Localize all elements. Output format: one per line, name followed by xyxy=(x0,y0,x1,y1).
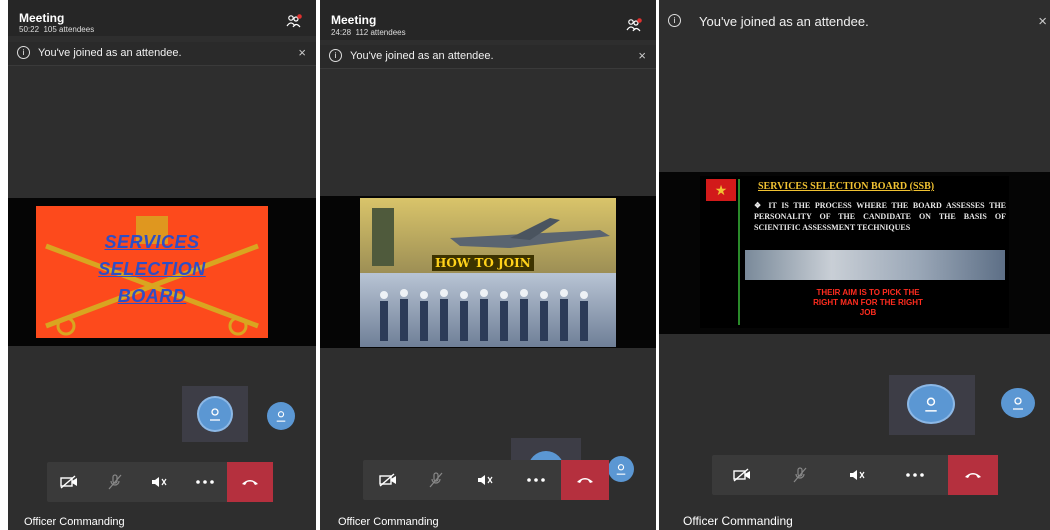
hangup-icon xyxy=(577,478,593,483)
meeting-title: Meeting xyxy=(19,11,65,25)
slide-photo-parade xyxy=(360,273,616,347)
attendee-notice: i You've joined as an attendee. × xyxy=(320,45,656,69)
info-icon: i xyxy=(17,46,30,59)
mic-toggle-button[interactable] xyxy=(780,455,820,495)
meeting-header: Meeting 24:28 112 attendees xyxy=(320,0,656,40)
speaker-button[interactable] xyxy=(466,460,506,500)
call-controls xyxy=(363,460,609,500)
meeting-screen-2: Meeting 24:28 112 attendees i You've joi… xyxy=(320,0,656,530)
attendee-notice: i You've joined as an attendee. × xyxy=(8,42,316,66)
person-icon xyxy=(276,411,286,422)
speaker-button[interactable] xyxy=(140,462,180,502)
camera-toggle-button[interactable] xyxy=(722,455,762,495)
person-icon xyxy=(1013,397,1023,410)
meeting-screen-1: Meeting 50:22 105 attendees i You've joi… xyxy=(8,0,316,530)
mic-off-icon xyxy=(429,472,443,488)
avatar[interactable] xyxy=(1001,388,1035,418)
camera-toggle-button[interactable] xyxy=(49,462,89,502)
mic-off-icon xyxy=(793,467,807,483)
camera-toggle-button[interactable] xyxy=(368,460,408,500)
camera-off-icon xyxy=(60,475,77,489)
slide-ssb-info: ★ SERVICES SELECTION BOARD (SSB) ❖ IT IS… xyxy=(700,176,1009,328)
attendee-notice: i You've joined as an attendee. × xyxy=(659,8,1050,34)
avatar xyxy=(199,398,231,430)
slide-divider xyxy=(738,179,740,325)
notice-message: You've joined as an attendee. xyxy=(350,50,494,62)
star-emblem-icon: ★ xyxy=(706,179,736,201)
more-icon xyxy=(527,478,545,482)
camera-off-icon xyxy=(733,468,750,482)
person-icon xyxy=(616,464,626,475)
hangup-icon xyxy=(242,480,258,485)
speaker-button[interactable] xyxy=(838,455,878,495)
slide-line: SELECTION xyxy=(98,259,206,279)
camera-off-icon xyxy=(379,473,396,487)
people-icon[interactable] xyxy=(286,14,302,28)
slide-label: HOW TO JOIN xyxy=(432,255,534,271)
shared-slide: HOW TO JOIN xyxy=(320,196,656,348)
info-icon: i xyxy=(668,14,681,27)
meeting-timer: 50:22 xyxy=(19,25,40,34)
slide-ssb-emblem: SERVICES SELECTION BOARD xyxy=(36,206,268,338)
speaker-icon xyxy=(850,470,865,480)
hangup-button[interactable] xyxy=(561,460,609,500)
hangup-button[interactable] xyxy=(948,455,998,495)
avatar xyxy=(909,386,953,422)
parade-icon xyxy=(380,289,588,341)
meeting-header: Meeting 50:22 105 attendees xyxy=(8,0,316,36)
people-icon[interactable] xyxy=(626,18,642,32)
more-options-button[interactable] xyxy=(516,460,556,500)
slide-line: SERVICES xyxy=(104,232,200,252)
attendee-count: 112 attendees xyxy=(355,28,406,37)
speaker-icon xyxy=(152,477,167,487)
more-icon xyxy=(196,480,214,484)
meeting-timer: 24:28 xyxy=(331,28,352,37)
slide-photo-strip xyxy=(745,250,1005,280)
notice-message: You've joined as an attendee. xyxy=(699,14,869,29)
person-icon xyxy=(925,397,937,412)
presenter-name: Officer Commanding xyxy=(338,516,439,528)
notice-message: You've joined as an attendee. xyxy=(38,47,182,59)
slide-line: BOARD xyxy=(117,286,187,306)
call-controls xyxy=(47,462,273,502)
shared-slide: ★ SERVICES SELECTION BOARD (SSB) ❖ IT IS… xyxy=(659,172,1050,334)
mic-toggle-button[interactable] xyxy=(416,460,456,500)
more-options-button[interactable] xyxy=(185,462,225,502)
meeting-screen-3: i You've joined as an attendee. × ★ SERV… xyxy=(659,0,1050,530)
more-options-button[interactable] xyxy=(895,455,935,495)
hangup-button[interactable] xyxy=(227,462,273,502)
avatar[interactable] xyxy=(267,402,295,430)
more-icon xyxy=(906,473,924,477)
avatar[interactable] xyxy=(608,456,634,482)
participant-tile[interactable] xyxy=(889,375,975,435)
shared-slide: SERVICES SELECTION BOARD xyxy=(8,198,316,346)
info-icon: i xyxy=(329,49,342,62)
mic-off-icon xyxy=(108,474,122,490)
participant-tile[interactable] xyxy=(182,386,248,442)
speaker-icon xyxy=(478,475,493,485)
slide-aim: THEIR AIM IS TO PICK THE RIGHT MAN FOR T… xyxy=(813,288,923,317)
close-icon[interactable]: × xyxy=(298,45,306,60)
slide-title: SERVICES SELECTION BOARD (SSB) xyxy=(758,181,935,192)
slide-how-to-join: HOW TO JOIN xyxy=(360,198,616,347)
meeting-title: Meeting xyxy=(331,13,377,27)
close-icon[interactable]: × xyxy=(638,48,646,63)
mic-toggle-button[interactable] xyxy=(95,462,135,502)
slide-body: ❖ IT IS THE PROCESS WHERE THE BOARD ASSE… xyxy=(754,201,1006,232)
presenter-name: Officer Commanding xyxy=(24,516,125,528)
hangup-icon xyxy=(965,473,981,478)
meeting-subtitle: 24:28 112 attendees xyxy=(331,28,406,37)
close-icon[interactable]: × xyxy=(1038,13,1047,30)
person-icon xyxy=(210,408,220,421)
call-controls xyxy=(712,455,998,495)
meeting-subtitle: 50:22 105 attendees xyxy=(19,25,94,34)
attendee-count: 105 attendees xyxy=(43,25,95,34)
presenter-name: Officer Commanding xyxy=(683,514,793,528)
